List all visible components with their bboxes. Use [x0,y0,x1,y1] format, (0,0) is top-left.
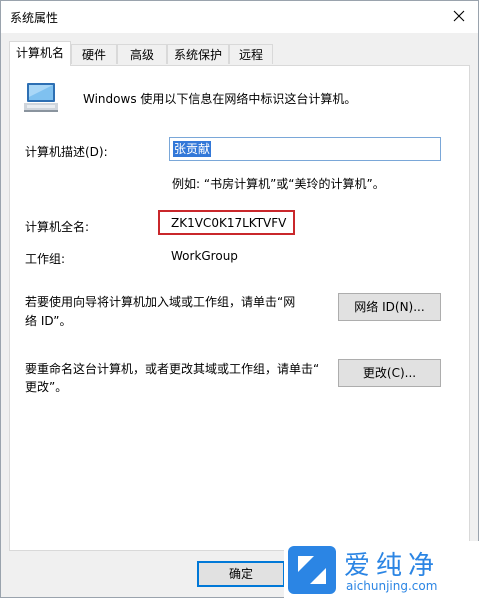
tab-system-protection[interactable]: 系统保护 [167,44,229,64]
tab-computer-name[interactable]: 计算机名 [9,41,71,66]
network-id-button[interactable]: 网络 ID(N)... [338,293,441,321]
window-title: 系统属性 [10,11,59,25]
rename-text-line1: 要重命名这台计算机，或者更改其域或工作组，请单击“ [25,362,320,376]
tab-hardware[interactable]: 硬件 [71,44,117,64]
watermark-logo: 爱纯净 aichunjing.com [284,541,479,599]
change-button[interactable]: 更改(C)... [338,359,441,387]
workgroup-value: WorkGroup [171,249,238,263]
tab-advanced[interactable]: 高级 [117,44,167,64]
workgroup-label: 工作组: [25,252,66,266]
description-label: 计算机描述(D): [25,145,108,159]
close-button[interactable] [440,1,478,32]
info-text: Windows 使用以下信息在网络中标识这台计算机。 [83,92,357,106]
description-hint: 例如: “书房计算机”或“美玲的计算机”。 [172,177,385,191]
full-name-value: ZK1VC0K17LKTVFV [171,216,287,230]
logo-mark-icon [288,546,336,594]
close-icon [453,10,465,22]
ok-button[interactable]: 确定 [197,561,285,587]
watermark-brand: 爱纯净 [344,551,441,581]
full-name-label: 计算机全名: [25,220,90,234]
description-input[interactable]: 张贡献 [169,137,441,161]
system-properties-window: 系统属性 计算机名 硬件 高级 系统保护 远程 Windows 使用以下信息在网… [0,0,479,599]
title-bar: 系统属性 [1,1,478,33]
rename-text-line2: 更改”。 [25,380,68,394]
computer-icon [24,83,58,112]
tab-remote[interactable]: 远程 [229,44,273,64]
watermark-domain: aichunjing.com [346,579,438,593]
network-id-text-line2: 络 ID”。 [25,314,72,328]
network-id-text-line1: 若要使用向导将计算机加入域或工作组，请单击“网 [25,295,296,309]
description-value: 张贡献 [173,141,212,157]
